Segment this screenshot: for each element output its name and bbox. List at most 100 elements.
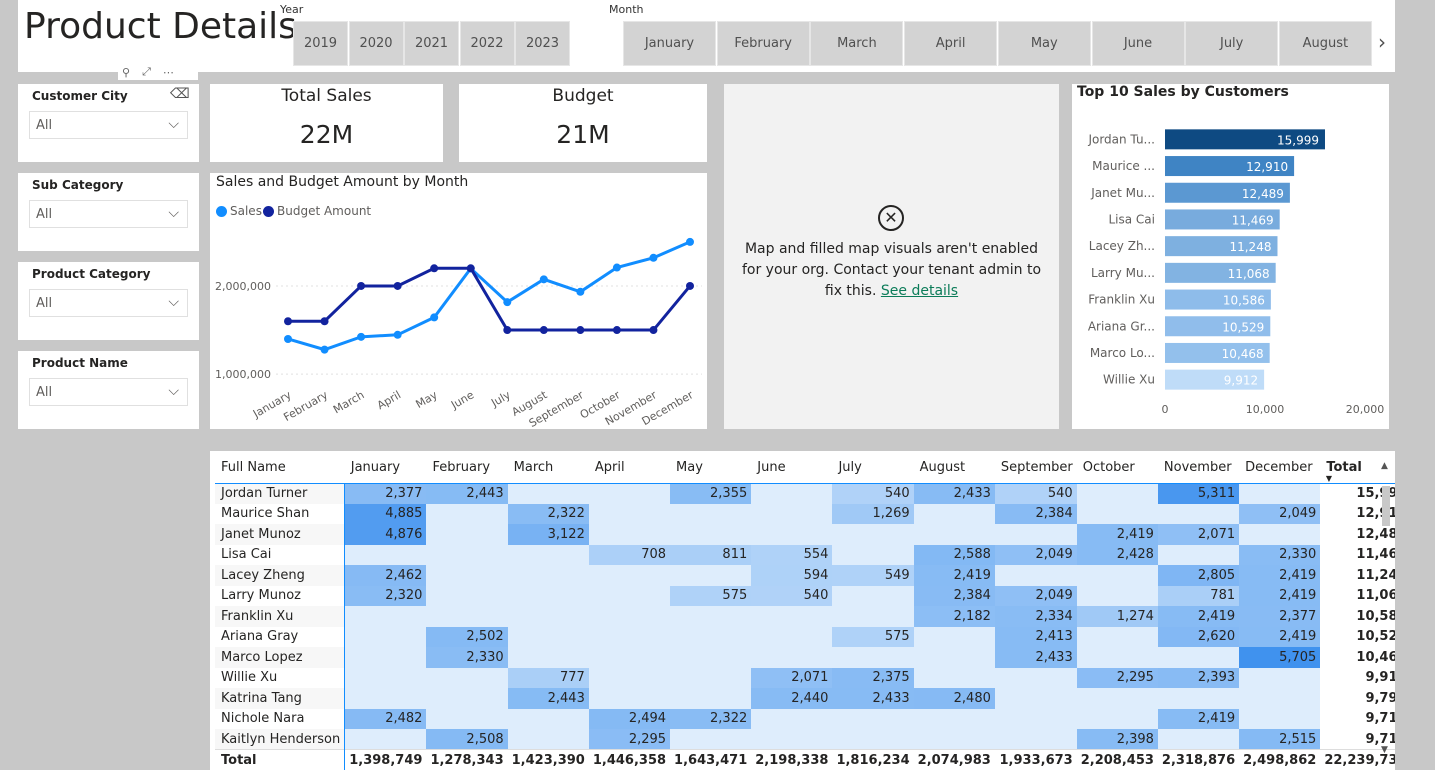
table-row[interactable]: Lisa Cai 708 811 554 2,588 2,049 2,428 2,330 11,… xyxy=(215,544,1395,565)
eraser-icon[interactable]: ⌫ xyxy=(170,86,190,102)
x-tick-label: 10,000 xyxy=(1246,403,1285,416)
value-cell xyxy=(751,708,833,729)
year-tile[interactable]: 2019 xyxy=(293,21,348,66)
focus-mode-icon[interactable]: ⤢ xyxy=(142,65,151,79)
category-label: Jordan Tu... xyxy=(1087,132,1155,146)
data-point-budget[interactable] xyxy=(320,317,329,326)
data-point-sales[interactable] xyxy=(576,287,585,296)
table-row[interactable]: Lacey Zheng 2,462 594 549 2,419 2,805 2,419 11,… xyxy=(215,565,1395,586)
chevron-right-icon[interactable]: › xyxy=(1378,30,1386,54)
column-header[interactable]: December xyxy=(1239,457,1321,484)
scroll-thumb[interactable] xyxy=(1382,486,1390,526)
data-point-sales[interactable] xyxy=(686,237,694,246)
value-cell xyxy=(913,503,995,524)
kpi-budget[interactable]: Budget 21M xyxy=(459,84,707,162)
data-point-sales[interactable] xyxy=(430,313,439,322)
month-tile[interactable]: May xyxy=(997,21,1091,66)
column-header-label: Full Name xyxy=(221,460,286,476)
table-row[interactable]: Janet Munoz4,8763,1222,4192,07112,489 xyxy=(215,524,1395,545)
data-point-sales[interactable] xyxy=(284,334,292,343)
matrix-scrollbar[interactable]: ▲ ▼ xyxy=(1381,461,1391,761)
data-point-budget[interactable] xyxy=(430,264,439,273)
column-header[interactable]: March xyxy=(507,457,589,484)
table-row[interactable]: Katrina Tang2,4432,4402,4332,4809,796 xyxy=(215,688,1395,709)
year-tile[interactable]: 2021 xyxy=(404,21,459,66)
data-point-budget[interactable] xyxy=(393,281,402,290)
scroll-up-icon[interactable]: ▲ xyxy=(1381,461,1388,471)
kpi-total-sales[interactable]: Total Sales 22M xyxy=(210,84,443,162)
value-cell: 2,502 xyxy=(426,626,508,647)
series-line-sales[interactable] xyxy=(287,240,691,352)
table-row[interactable]: Marco Lopez2,3302,4335,70510,468 xyxy=(215,647,1395,668)
data-point-budget[interactable] xyxy=(649,326,658,335)
data-point-sales[interactable] xyxy=(357,332,366,341)
data-label: 10,529 xyxy=(1222,320,1264,334)
table-row[interactable]: Franklin Xu 2,182 2,334 1,274 2,419 2,377 10,5… xyxy=(215,606,1395,627)
sort-descending-icon[interactable]: ▼ xyxy=(1326,474,1332,483)
line-chart-card[interactable]: Sales and Budget Amount by Month Sales B… xyxy=(210,173,707,429)
more-options-icon[interactable]: ⋯ xyxy=(163,66,174,79)
data-point-budget[interactable] xyxy=(539,326,548,335)
value-cell: 540 xyxy=(832,483,914,504)
table-row[interactable]: Ariana Gray2,5025752,4132,6202,41910,529 xyxy=(215,626,1395,647)
year-tile[interactable]: 2020 xyxy=(348,21,404,66)
column-header[interactable]: February xyxy=(426,457,508,484)
data-point-sales[interactable] xyxy=(649,253,658,262)
scroll-down-icon[interactable]: ▼ xyxy=(1381,745,1388,755)
data-point-sales[interactable] xyxy=(612,263,621,272)
value-cell xyxy=(670,667,752,688)
data-point-budget[interactable] xyxy=(686,281,694,290)
month-tile[interactable]: February xyxy=(716,21,810,66)
data-point-sales[interactable] xyxy=(393,330,402,339)
year-tile[interactable]: 2022 xyxy=(459,21,515,66)
table-row[interactable]: Nichole Nara2,4822,4942,3222,4199,717 xyxy=(215,708,1395,729)
see-details-link[interactable]: See details xyxy=(881,283,958,299)
value-cell xyxy=(670,503,752,524)
customer-city-dropdown[interactable]: All ⌵ xyxy=(29,111,188,139)
value-cell: 2,588 xyxy=(913,544,995,565)
data-point-budget[interactable] xyxy=(612,326,621,335)
data-point-budget[interactable] xyxy=(357,281,366,290)
product-name-dropdown[interactable]: All ⌵ xyxy=(29,378,188,406)
month-tile[interactable]: June xyxy=(1091,21,1185,66)
column-header[interactable]: November xyxy=(1157,457,1240,484)
table-row[interactable]: Willie Xu7772,0712,3752,2952,3939,912 xyxy=(215,667,1395,688)
filter-icon[interactable]: ⚲ xyxy=(122,66,130,79)
column-header[interactable]: October xyxy=(1076,457,1158,484)
table-row[interactable]: Kaitlyn Henderson 2,508 2,295 2,398 2,515 9,7… xyxy=(215,729,1395,750)
value-cell: 2,375 xyxy=(832,667,914,688)
column-header[interactable]: August xyxy=(913,457,995,484)
table-row[interactable]: Jordan Turner 2,377 2,443 2,355 540 2,433 540 5… xyxy=(215,483,1395,504)
column-header[interactable]: June xyxy=(751,457,833,484)
column-header[interactable]: January xyxy=(344,457,427,484)
month-tile[interactable]: July xyxy=(1185,21,1279,66)
month-tile[interactable]: April xyxy=(904,21,998,66)
chevron-down-icon: ⌵ xyxy=(168,205,179,221)
value-cell: 2,049 xyxy=(994,585,1077,606)
column-header[interactable]: April xyxy=(588,457,671,484)
sub-category-dropdown[interactable]: All ⌵ xyxy=(29,200,188,228)
data-point-budget[interactable] xyxy=(466,264,475,273)
column-header[interactable]: May xyxy=(670,457,752,484)
series-line-budget[interactable] xyxy=(288,266,692,332)
data-point-sales[interactable] xyxy=(503,298,512,307)
value-cell: 2,440 xyxy=(751,688,833,709)
column-header[interactable]: July xyxy=(832,457,914,484)
column-header[interactable]: September xyxy=(994,457,1077,484)
table-row[interactable]: Larry Munoz 2,320 575 540 2,384 2,049 781 2,419… xyxy=(215,585,1395,606)
slicer-title: Sub Category xyxy=(32,178,124,192)
year-tile[interactable]: 2023 xyxy=(515,21,570,66)
month-tile[interactable]: March xyxy=(810,21,904,66)
column-header-name[interactable]: Full Name xyxy=(215,457,345,484)
table-row[interactable]: Maurice Shan 4,885 2,322 1,269 2,384 2,049 12,… xyxy=(215,503,1395,524)
data-point-sales[interactable] xyxy=(539,275,548,284)
data-point-sales[interactable] xyxy=(320,345,329,354)
product-category-dropdown[interactable]: All ⌵ xyxy=(29,289,188,317)
data-point-budget[interactable] xyxy=(284,317,292,326)
bar-chart-card[interactable]: Top 10 Sales by Customers Jordan Tu... 15… xyxy=(1072,84,1389,429)
data-point-budget[interactable] xyxy=(576,326,585,335)
value-cell: 2,433 xyxy=(832,688,914,709)
month-tile[interactable]: August xyxy=(1278,21,1372,66)
data-point-budget[interactable] xyxy=(503,326,512,335)
month-tile[interactable]: January xyxy=(623,21,716,66)
